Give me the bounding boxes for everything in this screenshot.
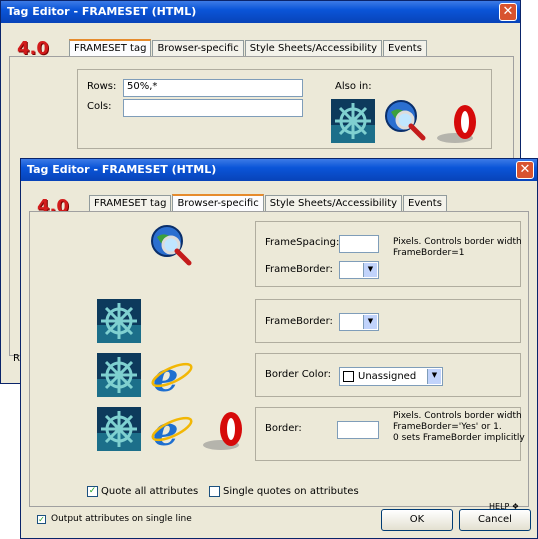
front-tab-strip: FRAMESET tag Browser-specific Style Sheets…	[89, 193, 448, 211]
cancel-button[interactable]: Cancel	[459, 509, 531, 531]
globe-search-icon	[151, 225, 192, 266]
front-tab-style[interactable]: Style Sheets/Accessibility	[264, 195, 403, 211]
help-link[interactable]: HELP ❖	[489, 502, 519, 511]
cols-label: Cols:	[87, 101, 112, 112]
rows-label: Rows:	[87, 81, 117, 92]
front-close-button[interactable]: ✕	[516, 161, 534, 179]
back-tab-browser[interactable]: Browser-specific	[152, 40, 244, 56]
frameborder-label-2: FrameBorder:	[265, 316, 333, 327]
single-line-checkbox[interactable]: ✓	[37, 515, 46, 524]
quote-all-label: Quote all attributes	[101, 486, 199, 497]
help-label: HELP	[489, 502, 510, 511]
netscape-icon	[97, 353, 141, 397]
front-tab-events[interactable]: Events	[403, 195, 447, 211]
back-close-button[interactable]: ✕	[499, 3, 517, 21]
single-quotes-checkbox[interactable]	[209, 486, 220, 497]
internet-explorer-icon: e	[151, 408, 193, 451]
close-icon: ✕	[502, 4, 514, 19]
front-title: Tag Editor - FRAMESET (HTML)	[27, 163, 217, 176]
framespacing-label: FrameSpacing:	[265, 237, 340, 248]
cols-input[interactable]	[123, 99, 303, 117]
rows-input[interactable]: 50%,*	[123, 79, 303, 97]
globe-search-icon	[385, 100, 426, 141]
internet-explorer-icon: e	[151, 354, 193, 397]
back-tab-style[interactable]: Style Sheets/Accessibility	[244, 40, 383, 56]
back-tab-events[interactable]: Events	[383, 40, 427, 56]
framespacing-input[interactable]	[339, 235, 379, 253]
front-tab-frameset[interactable]: FRAMESET tag	[89, 195, 172, 211]
frameborder-select-1[interactable]: ▼	[339, 261, 379, 279]
help-icon: ❖	[511, 502, 520, 511]
single-quotes-label: Single quotes on attributes	[223, 486, 359, 497]
netscape-icon	[331, 99, 375, 143]
chevron-down-icon: ▼	[363, 263, 377, 277]
front-tab-browser[interactable]: Browser-specific	[172, 194, 264, 211]
frameborder-select-2[interactable]: ▼	[339, 313, 379, 331]
also-in-label: Also in:	[335, 81, 372, 92]
border-input[interactable]	[337, 421, 379, 439]
front-dialog: Tag Editor - FRAMESET (HTML) ✕ 4.0 FRAME…	[20, 158, 538, 539]
back-title: Tag Editor - FRAMESET (HTML)	[7, 5, 197, 18]
netscape-icon	[97, 407, 141, 451]
netscape-icon	[97, 299, 141, 343]
chevron-down-icon: ▼	[427, 369, 441, 384]
opera-icon	[203, 412, 242, 450]
bordercolor-label: Border Color:	[265, 369, 332, 380]
back-tab-frameset[interactable]: FRAMESET tag	[69, 39, 152, 56]
border-label: Border:	[265, 423, 302, 434]
front-title-bar[interactable]: Tag Editor - FRAMESET (HTML) ✕	[21, 159, 537, 181]
border-note: Pixels. Controls border width FrameBorde…	[393, 411, 525, 443]
frameborder-label-1: FrameBorder:	[265, 264, 333, 275]
bordercolor-select[interactable]: Unassigned ▼	[339, 367, 443, 386]
back-title-bar[interactable]: Tag Editor - FRAMESET (HTML) ✕	[1, 1, 520, 23]
back-tab-strip: FRAMESET tag Browser-specific Style Sheets…	[69, 38, 428, 56]
ok-button[interactable]: OK	[381, 509, 453, 531]
bordercolor-value: Unassigned	[358, 371, 417, 382]
framespacing-note: Pixels. Controls border width FrameBorde…	[393, 237, 522, 258]
single-line-label: Output attributes on single line	[51, 514, 192, 524]
back-partial-text: R	[13, 353, 20, 364]
close-icon: ✕	[519, 162, 531, 177]
color-swatch	[343, 371, 354, 382]
chevron-down-icon: ▼	[363, 315, 377, 329]
quote-all-checkbox[interactable]: ✓	[87, 486, 98, 497]
opera-icon	[437, 105, 476, 143]
